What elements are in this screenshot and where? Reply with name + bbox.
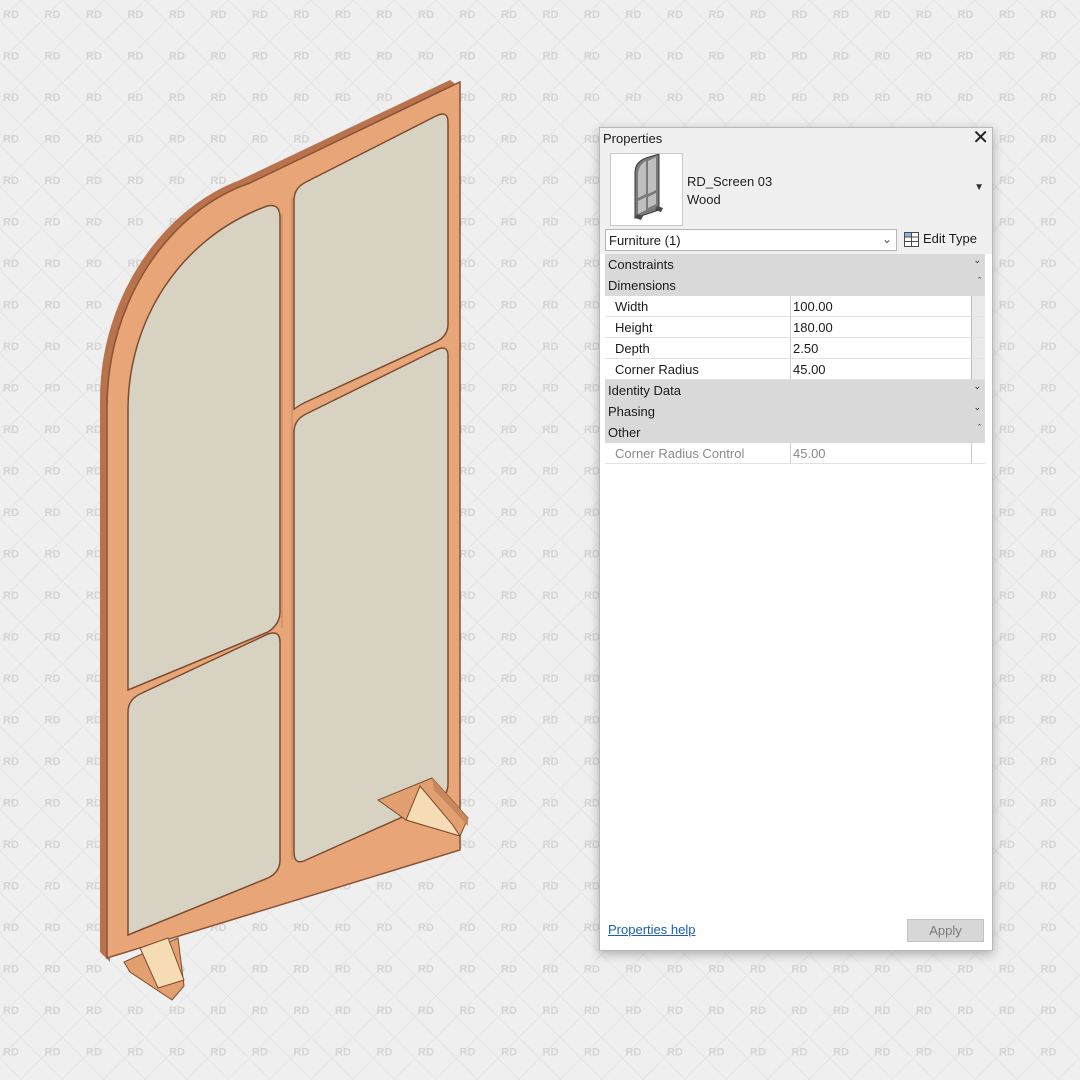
param-value: 100.00 (793, 299, 833, 314)
collapse-icon[interactable]: ˆ (978, 423, 981, 433)
palette-title: Properties (603, 131, 663, 146)
param-value-input[interactable]: 2.50 (790, 338, 971, 359)
param-value-input[interactable]: 180.00 (790, 317, 971, 338)
type-dropdown-arrow-icon[interactable]: ▼ (974, 182, 984, 193)
close-icon[interactable]: ✕ (972, 127, 989, 149)
group-phasing[interactable]: Phasing ⌄ (605, 401, 985, 422)
param-value-readonly: 45.00 (790, 443, 971, 464)
param-row-corner-radius: Corner Radius 45.00 (605, 359, 985, 380)
type-family-name: RD_Screen 03 (687, 174, 773, 189)
associate-parameter-button[interactable] (971, 317, 985, 338)
param-row-corner-radius-control: Corner Radius Control 45.00 (605, 443, 985, 464)
param-row-height: Height 180.00 (605, 317, 985, 338)
param-value-input[interactable]: 45.00 (790, 359, 971, 380)
associate-parameter-button[interactable] (971, 338, 985, 359)
group-label: Other (608, 425, 641, 440)
group-label: Constraints (608, 257, 674, 272)
category-filter-value: Furniture (1) (609, 233, 681, 248)
associate-parameter-button[interactable] (971, 296, 985, 317)
param-value: 180.00 (793, 320, 833, 335)
properties-grid: Constraints ⌄ Dimensions ˆ Width 100.00 … (605, 254, 985, 464)
param-name: Width (615, 299, 649, 314)
edit-type-icon (904, 232, 919, 247)
group-constraints[interactable]: Constraints ⌄ (605, 254, 985, 275)
properties-help-link[interactable]: Properties help (608, 922, 695, 937)
group-label: Phasing (608, 404, 655, 419)
associate-parameter-button[interactable] (971, 443, 985, 464)
param-row-depth: Depth 2.50 (605, 338, 985, 359)
param-value: 2.50 (793, 341, 819, 356)
param-name: Height (615, 320, 653, 335)
expand-icon[interactable]: ⌄ (973, 402, 981, 413)
group-identity-data[interactable]: Identity Data ⌄ (605, 380, 985, 401)
edit-type-label: Edit Type (923, 231, 977, 246)
param-value: 45.00 (793, 446, 826, 461)
param-value-input[interactable]: 100.00 (790, 296, 971, 317)
expand-icon[interactable]: ⌄ (973, 381, 981, 392)
expand-icon[interactable]: ⌄ (973, 255, 981, 266)
group-label: Dimensions (608, 278, 676, 293)
group-other[interactable]: Other ˆ (605, 422, 985, 443)
type-thumbnail (610, 153, 683, 226)
param-name: Corner Radius (615, 362, 699, 377)
chevron-down-icon: ⌄ (881, 232, 892, 246)
group-dimensions[interactable]: Dimensions ˆ (605, 275, 985, 296)
group-label: Identity Data (608, 383, 681, 398)
properties-palette: Properties ✕ RD_Screen 03 Wood ▼ Furnitu… (599, 127, 993, 951)
filter-row: Furniture (1) ⌄ Edit Type (600, 228, 992, 254)
param-name: Corner Radius Control (615, 446, 745, 461)
param-row-width: Width 100.00 (605, 296, 985, 317)
type-name: Wood (687, 192, 721, 207)
associate-parameter-button[interactable] (971, 359, 985, 380)
type-selector[interactable]: RD_Screen 03 Wood ▼ (600, 150, 992, 228)
param-name: Depth (615, 341, 650, 356)
apply-button[interactable]: Apply (907, 919, 984, 942)
palette-title-bar[interactable]: Properties ✕ (600, 127, 992, 150)
category-filter-select[interactable]: Furniture (1) ⌄ (605, 229, 897, 251)
param-value: 45.00 (793, 362, 826, 377)
collapse-icon[interactable]: ˆ (978, 276, 981, 286)
